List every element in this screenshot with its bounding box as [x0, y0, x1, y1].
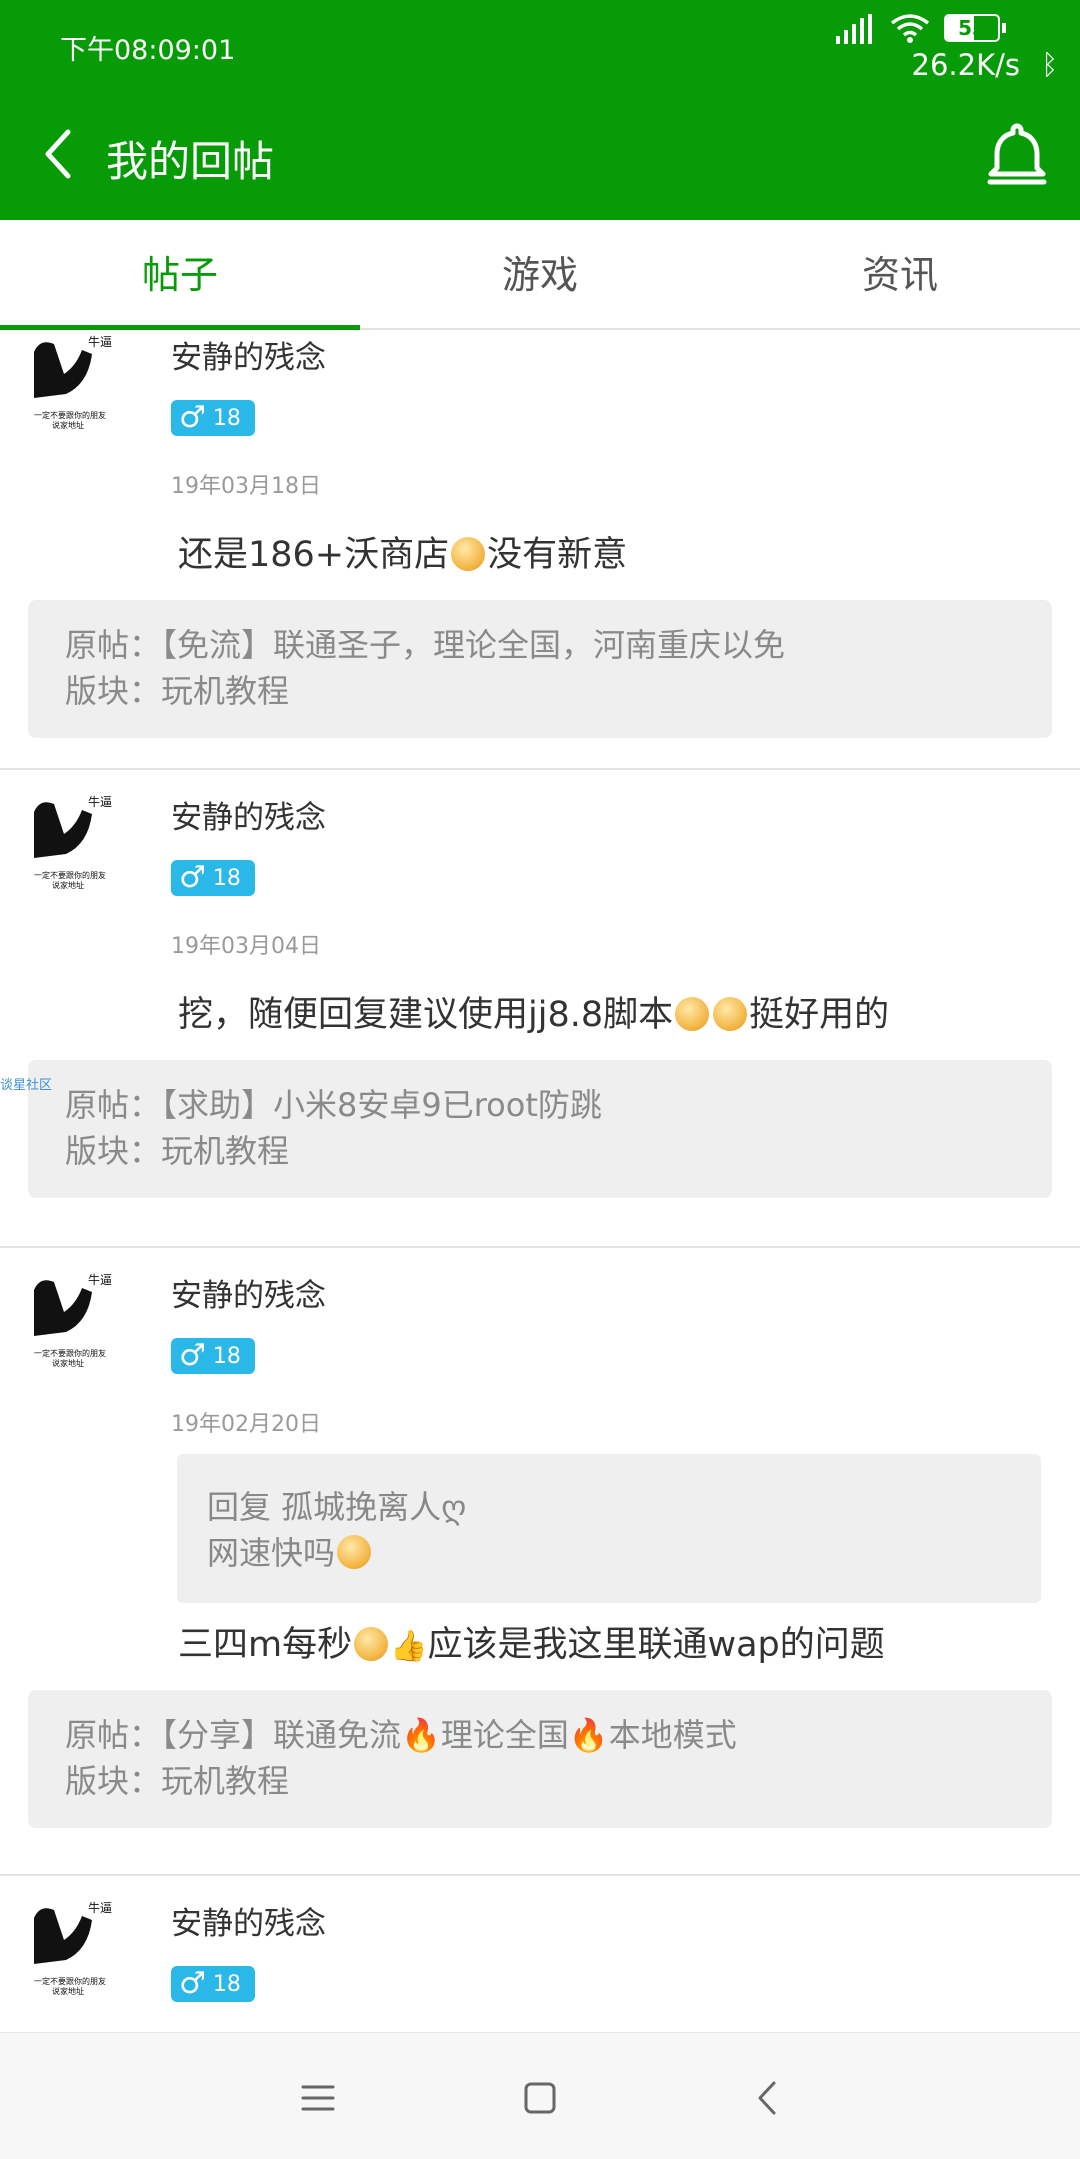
post-date: 19年03月04日: [171, 934, 321, 959]
male-icon: ♂: [179, 1338, 206, 1373]
svg-text:牛逼: 牛逼: [88, 334, 112, 349]
post-date: 19年02月20日: [171, 1412, 321, 1437]
smile-emoji-icon: [354, 1627, 389, 1661]
tab-games[interactable]: 游戏: [360, 220, 720, 328]
svg-text:说家地址: 说家地址: [52, 420, 84, 430]
status-time: 下午08:09:01: [60, 35, 236, 66]
net-speed: 26.2K/s: [911, 48, 1020, 82]
svg-text:说家地址: 说家地址: [52, 1986, 84, 1996]
list-item[interactable]: 牛逼 一定不要跟你的朋友 说家地址 安静的残念 ♂ 18 19年03月04日 挖…: [0, 770, 1080, 1248]
wifi-icon: [890, 14, 930, 43]
back-arrow-icon[interactable]: [38, 126, 78, 182]
smile-emoji-icon: [713, 997, 748, 1031]
gender-level-badge: ♂ 18: [171, 400, 255, 436]
male-icon: ♂: [179, 860, 206, 895]
list-item[interactable]: 牛逼 一定不要跟你的朋友 说家地址 安静的残念 ♂ 18: [0, 1876, 1080, 2032]
svg-text:说家地址: 说家地址: [52, 1358, 84, 1368]
board-label: 版块：玩机教程: [65, 672, 290, 710]
post-date: 19年03月18日: [171, 474, 321, 499]
gender-level-badge: ♂ 18: [171, 1338, 255, 1374]
bluetooth-icon: ᛒ: [1041, 48, 1058, 81]
smile-emoji-icon: [451, 537, 486, 571]
page-title: 我的回帖: [106, 137, 275, 186]
tab-posts[interactable]: 帖子: [0, 220, 360, 330]
top-app-bar: 下午08:09:01 53 26.2K/s ᛒ 我的回帖: [0, 0, 1080, 220]
reply-content: 三四m每秒 👍应该是我这里联通wap的问题: [178, 1625, 885, 1665]
home-square-icon[interactable]: [505, 2063, 575, 2133]
list-item[interactable]: 牛逼 一定不要跟你的朋友 说家地址 安静的残念 ♂ 18 19年02月20日 回…: [0, 1248, 1080, 1876]
gender-level-badge: ♂ 18: [171, 860, 255, 896]
avatar[interactable]: 牛逼 一定不要跟你的朋友 说家地址: [30, 1898, 124, 2002]
watermark: 谈星社区: [0, 1078, 53, 1093]
username[interactable]: 安静的残念: [171, 1898, 326, 1943]
original-post-card[interactable]: 原帖：【分享】联通免流🔥理论全国🔥本地模式 版块：玩机教程: [28, 1690, 1052, 1828]
status-icons: 53: [836, 10, 1036, 46]
back-triangle-icon[interactable]: [732, 2063, 802, 2133]
username[interactable]: 安静的残念: [171, 792, 326, 837]
level: 18: [212, 406, 241, 431]
quoted-reply-text: 网速快吗: [207, 1530, 1011, 1576]
avatar[interactable]: 牛逼 一定不要跟你的朋友 说家地址: [30, 332, 124, 436]
svg-text:牛逼: 牛逼: [88, 794, 112, 809]
reply-content: 挖，随便回复建议使用jj8.8脚本 挺好用的: [178, 995, 890, 1035]
smile-emoji-icon: [337, 1535, 372, 1569]
username[interactable]: 安静的残念: [171, 332, 326, 377]
original-post-title: 原帖：【免流】联通圣子，理论全国，河南重庆以免: [65, 626, 786, 664]
fire-icon: 🔥: [568, 1716, 609, 1754]
board-label: 版块：玩机教程: [65, 1762, 290, 1800]
original-post-title: 原帖：【分享】联通免流🔥理论全国🔥本地模式: [65, 1716, 737, 1754]
smile-emoji-icon: [675, 997, 710, 1031]
male-icon: ♂: [179, 1966, 206, 2001]
quoted-reply: 回复 孤城挽离人ღ 网速快吗: [177, 1454, 1041, 1603]
svg-text:牛逼: 牛逼: [88, 1272, 112, 1287]
svg-text:一定不要跟你的朋友: 一定不要跟你的朋友: [34, 870, 106, 880]
level: 18: [212, 866, 241, 891]
tab-bar: 帖子 游戏 资讯: [0, 220, 1080, 330]
system-nav-bar: [0, 2032, 1080, 2159]
level: 18: [212, 1344, 241, 1369]
male-icon: ♂: [179, 400, 206, 435]
fire-icon: 🔥: [401, 1716, 441, 1754]
thumbs-up-icon: 👍: [390, 1629, 428, 1664]
battery-icon: 53: [944, 14, 1000, 42]
menu-icon[interactable]: [283, 2063, 353, 2133]
svg-text:说家地址: 说家地址: [52, 880, 84, 890]
svg-text:牛逼: 牛逼: [88, 1900, 112, 1915]
original-post-card[interactable]: 原帖：【免流】联通圣子，理论全国，河南重庆以免 版块：玩机教程: [28, 600, 1052, 738]
bell-icon[interactable]: [982, 120, 1052, 190]
svg-text:一定不要跟你的朋友: 一定不要跟你的朋友: [34, 410, 106, 420]
reply-list[interactable]: 牛逼 一定不要跟你的朋友 说家地址 安静的残念 ♂ 18 19年03月18日 还…: [0, 332, 1080, 2032]
signal-icon: [836, 14, 876, 44]
svg-text:一定不要跟你的朋友: 一定不要跟你的朋友: [34, 1348, 106, 1358]
battery-level: 53: [958, 16, 986, 40]
reply-content: 还是186+沃商店 没有新意: [178, 535, 628, 575]
gender-level-badge: ♂ 18: [171, 1966, 255, 2002]
original-post-card[interactable]: 原帖：【求助】小米8安卓9已root防跳 版块：玩机教程: [28, 1060, 1052, 1198]
level: 18: [212, 1972, 241, 1997]
tab-news[interactable]: 资讯: [720, 220, 1080, 328]
avatar[interactable]: 牛逼 一定不要跟你的朋友 说家地址: [30, 1270, 124, 1374]
svg-text:一定不要跟你的朋友: 一定不要跟你的朋友: [34, 1976, 106, 1986]
original-post-title: 原帖：【求助】小米8安卓9已root防跳: [65, 1086, 602, 1124]
avatar[interactable]: 牛逼 一定不要跟你的朋友 说家地址: [30, 792, 124, 896]
list-item[interactable]: 牛逼 一定不要跟你的朋友 说家地址 安静的残念 ♂ 18 19年03月18日 还…: [0, 332, 1080, 770]
board-label: 版块：玩机教程: [65, 1132, 290, 1170]
quoted-reply-target: 回复 孤城挽离人ღ: [207, 1488, 467, 1526]
username[interactable]: 安静的残念: [171, 1270, 326, 1315]
